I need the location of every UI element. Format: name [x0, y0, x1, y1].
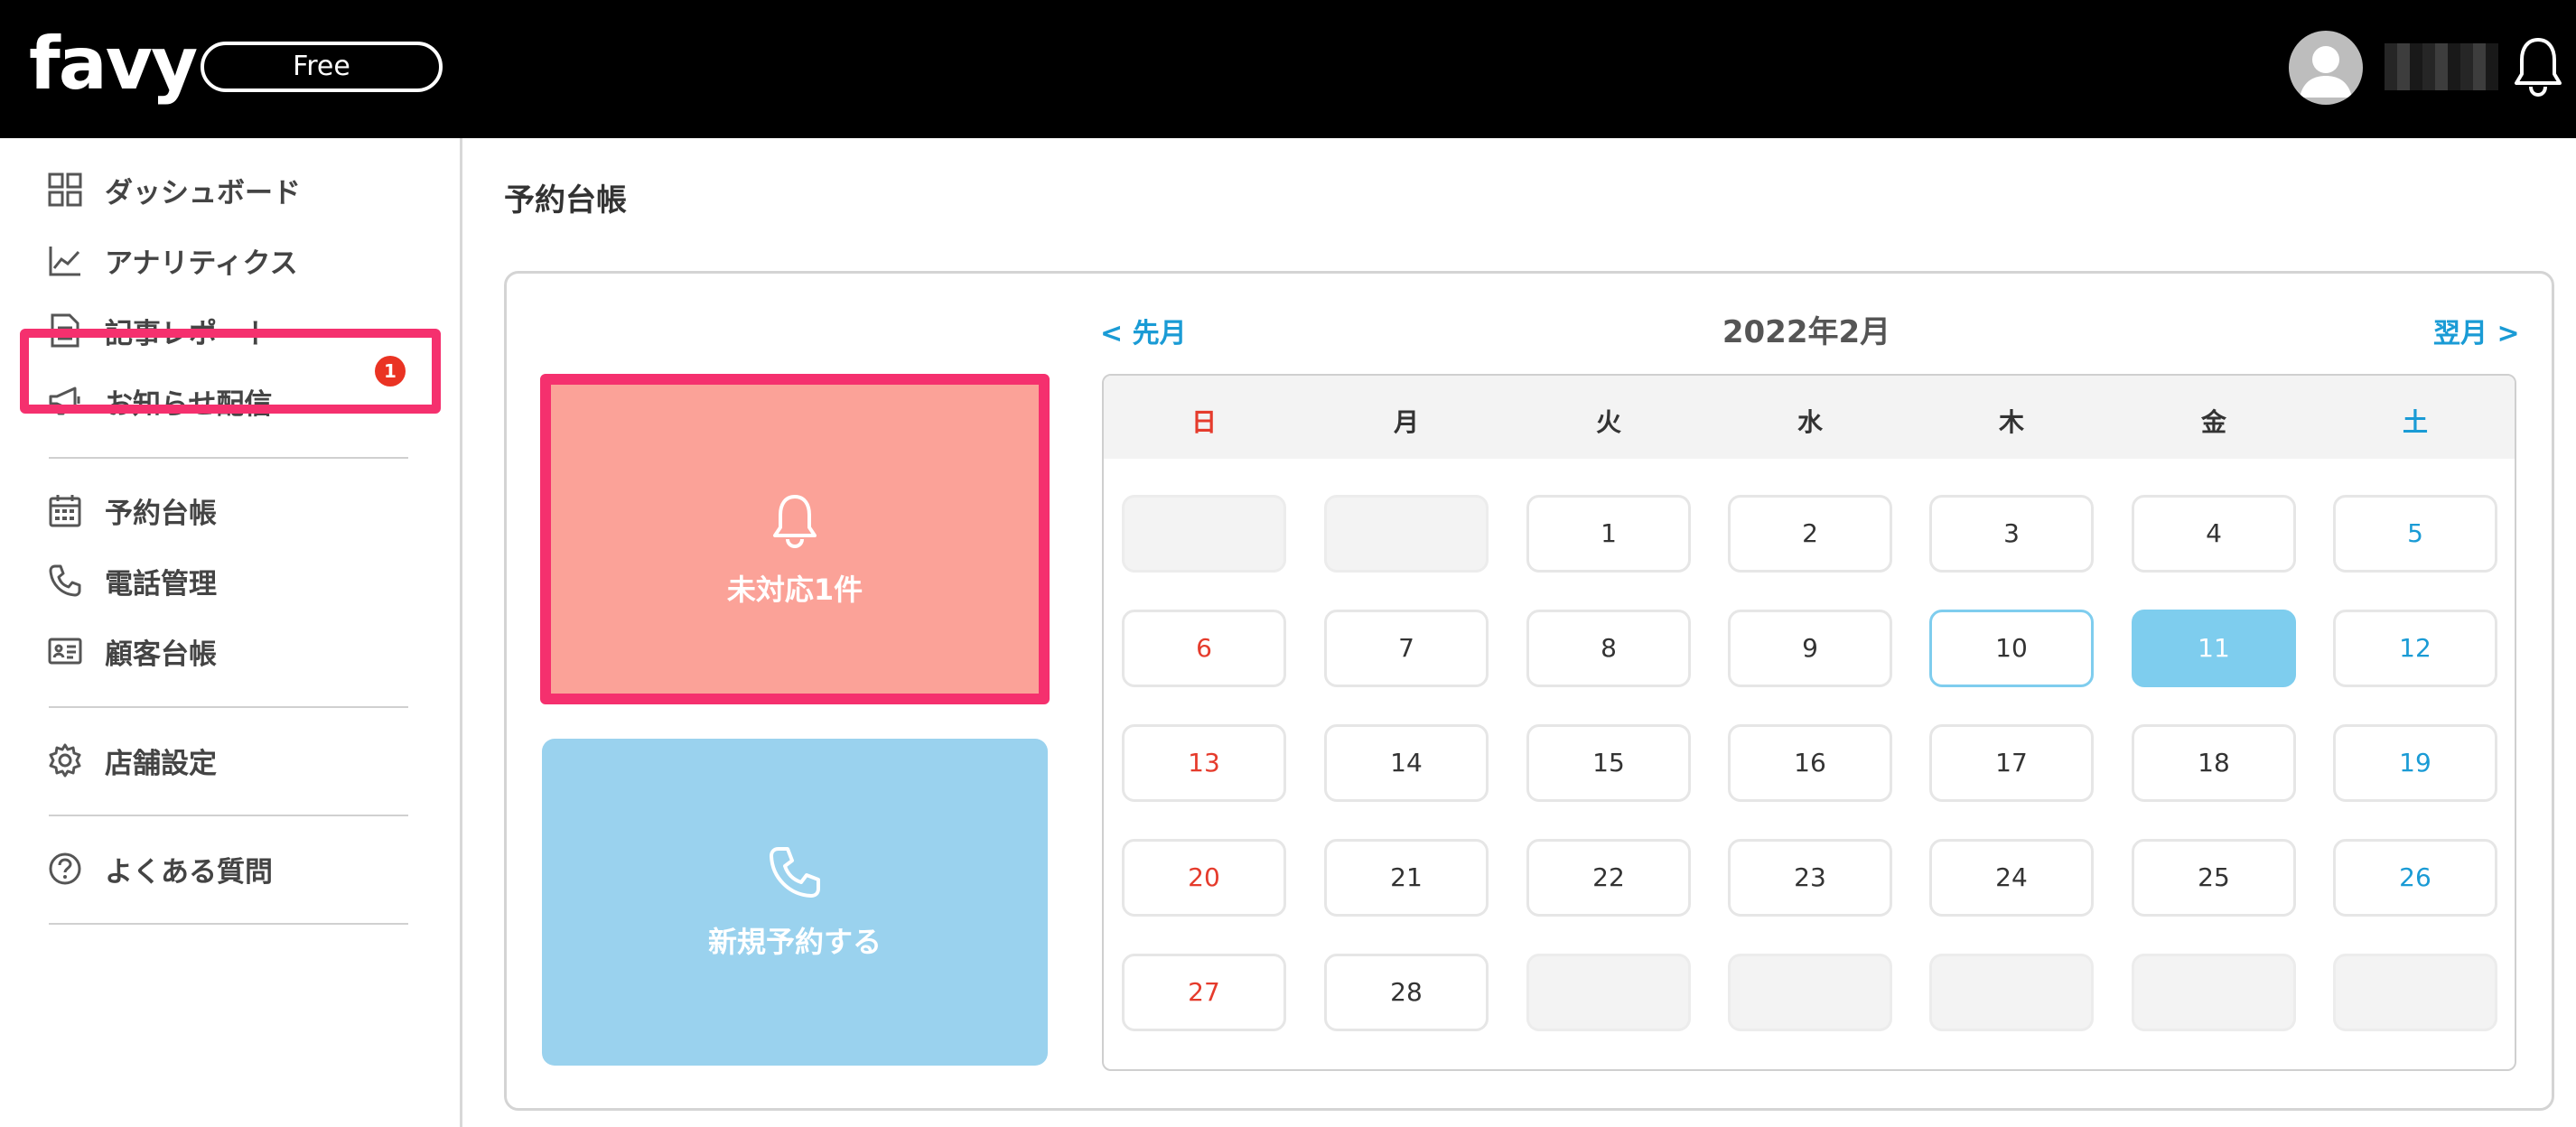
calendar-day-12[interactable]: 12 [2333, 610, 2497, 687]
phone-icon [47, 563, 83, 599]
sidebar-item-analytics[interactable]: アナリティクス [47, 233, 298, 287]
id-card-icon [47, 633, 83, 669]
calendar-month-title: 2022年2月 [1722, 314, 1891, 350]
calendar-day-26[interactable]: 26 [2333, 839, 2497, 917]
weekday-monday: 月 [1393, 407, 1419, 437]
calendar-day-7[interactable]: 7 [1324, 610, 1489, 687]
weekday-tuesday: 火 [1595, 407, 1621, 437]
top-header: favy Free [0, 0, 2576, 138]
weekday-thursday: 木 [1998, 407, 2024, 437]
sidebar-item-customer-book[interactable]: 顧客台帳 [47, 624, 217, 678]
sidebar-divider [49, 923, 408, 925]
sidebar-item-phone[interactable]: 電話管理 [47, 554, 217, 608]
calendar-empty-cell [1728, 954, 1892, 1031]
calendar-empty-cell [1122, 495, 1286, 573]
calendar-day-19[interactable]: 19 [2333, 724, 2497, 802]
calendar-day-27[interactable]: 27 [1122, 954, 1286, 1031]
calendar-day-21[interactable]: 21 [1324, 839, 1489, 917]
calendar-empty-cell [1526, 954, 1691, 1031]
calendar-day-2[interactable]: 2 [1728, 495, 1892, 573]
sidebar-item-label: 店舗設定 [105, 747, 217, 780]
sidebar-divider [49, 815, 408, 816]
weekday-sunday: 日 [1190, 407, 1217, 437]
calendar-day-22[interactable]: 22 [1526, 839, 1691, 917]
question-icon [47, 851, 83, 887]
sidebar-item-store-settings[interactable]: 店舗設定 [47, 733, 217, 787]
sidebar-item-dashboard[interactable]: ダッシュボード [47, 163, 301, 217]
sidebar-item-label: アナリティクス [105, 247, 298, 280]
calendar-day-10[interactable]: 10 [1929, 610, 2094, 687]
calendar-day-15[interactable]: 15 [1526, 724, 1691, 802]
calendar-day-18[interactable]: 18 [2132, 724, 2296, 802]
calendar-day-11[interactable]: 11 [2132, 610, 2296, 687]
sidebar-item-label: 予約台帳 [105, 497, 217, 530]
sidebar-divider [49, 457, 408, 459]
username-redacted[interactable] [2385, 43, 2498, 90]
sidebar-item-reservation-book[interactable]: 予約台帳 [47, 483, 217, 537]
calendar-day-17[interactable]: 17 [1929, 724, 2094, 802]
phone-icon [768, 845, 822, 903]
calendar-day-8[interactable]: 8 [1526, 610, 1691, 687]
bell-icon [770, 493, 819, 553]
calendar-day-14[interactable]: 14 [1324, 724, 1489, 802]
plan-badge: Free [201, 42, 443, 92]
line-chart-icon [47, 242, 83, 278]
calendar-day-20[interactable]: 20 [1122, 839, 1286, 917]
calendar-day-25[interactable]: 25 [2132, 839, 2296, 917]
user-avatar-icon[interactable] [2289, 31, 2363, 105]
pending-reservations-card[interactable]: 未対応1件 [540, 374, 1050, 704]
sidebar-divider [49, 706, 408, 708]
gear-icon [47, 742, 83, 778]
page-title: 予約台帳 [504, 182, 627, 219]
notification-count-badge: 1 [375, 356, 406, 387]
new-reservation-card[interactable]: 新規予約する [542, 739, 1048, 1066]
calendar-empty-cell [1324, 495, 1489, 573]
calendar-day-5[interactable]: 5 [2333, 495, 2497, 573]
sidebar-item-label: ダッシュボード [105, 176, 301, 210]
sidebar-item-faq[interactable]: よくある質問 [47, 842, 273, 896]
weekday-wednesday: 水 [1797, 407, 1823, 437]
pending-card-label: 未対応1件 [726, 573, 863, 607]
calendar-day-23[interactable]: 23 [1728, 839, 1892, 917]
calendar-day-13[interactable]: 13 [1122, 724, 1286, 802]
calendar-empty-cell [1929, 954, 2094, 1031]
calendar-day-1[interactable]: 1 [1526, 495, 1691, 573]
grid-icon [47, 172, 83, 208]
sidebar-item-label: 電話管理 [105, 567, 217, 601]
prev-month-link[interactable]: < 先月 [1100, 311, 1187, 350]
calendar-day-4[interactable]: 4 [2132, 495, 2296, 573]
calendar-empty-cell [2333, 954, 2497, 1031]
favy-logo[interactable]: favy [29, 23, 198, 105]
weekday-saturday: 土 [2402, 407, 2428, 437]
calendar-empty-cell [2132, 954, 2296, 1031]
next-month-link[interactable]: 翌月 > [2433, 311, 2520, 350]
weekday-friday: 金 [2200, 407, 2226, 437]
calendar-weekday-header: 日 月 火 水 木 金 土 [1104, 376, 2515, 459]
calendar-icon [47, 492, 83, 528]
calendar-day-6[interactable]: 6 [1122, 610, 1286, 687]
calendar-day-28[interactable]: 28 [1324, 954, 1489, 1031]
calendar-day-3[interactable]: 3 [1929, 495, 2094, 573]
calendar-day-24[interactable]: 24 [1929, 839, 2094, 917]
bell-icon[interactable] [2513, 34, 2563, 98]
calendar-grid: 日 月 火 水 木 金 土 1 2 3 4 5 6 7 8 9 10 11 12 13 14 15 16 17 1… [1102, 374, 2516, 1071]
sidebar-item-label: 顧客台帳 [105, 638, 217, 671]
calendar-day-16[interactable]: 16 [1728, 724, 1892, 802]
calendar-day-9[interactable]: 9 [1728, 610, 1892, 687]
sidebar-item-label: よくある質問 [105, 855, 273, 889]
new-card-label: 新規予約する [707, 925, 882, 959]
